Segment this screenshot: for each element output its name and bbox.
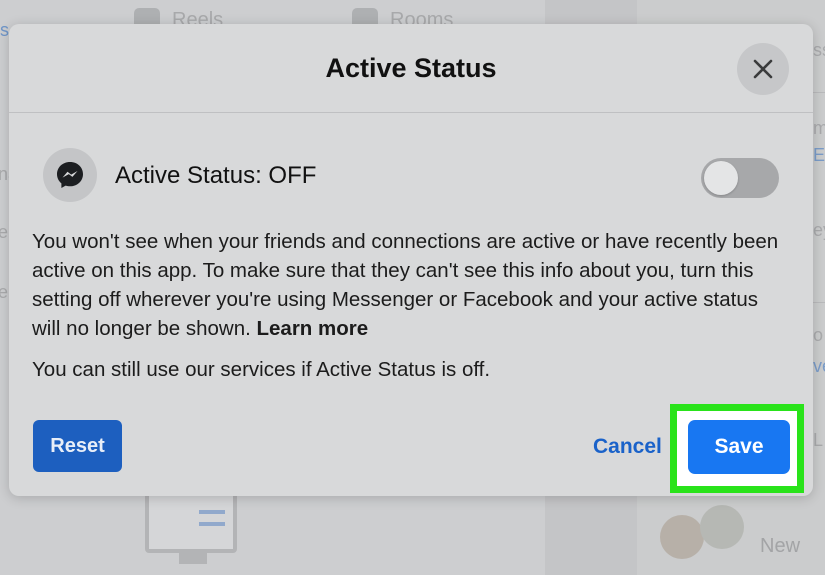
messenger-icon [57,162,83,188]
status-description: You won't see when your friends and conn… [32,230,779,340]
active-status-label: Active Status: OFF [115,162,317,189]
bg-text-fragment: e [0,222,9,242]
new-label: New [760,535,801,557]
bg-text-fragment: L [813,430,824,450]
learn-more-link[interactable]: Learn more [257,317,369,340]
close-button[interactable] [737,43,789,95]
save-button[interactable]: Save [688,420,790,474]
close-icon [753,59,773,79]
bg-link-fragment: ve [813,356,825,376]
cancel-button[interactable]: Cancel [593,435,662,459]
bg-link-fragment: Ev [813,145,825,165]
active-status-row: Active Status: OFF [43,148,783,204]
dialog-title: Active Status [325,53,497,83]
messenger-badge [43,148,97,202]
avatar [660,515,704,559]
bg-text-fragment: ey [813,220,825,240]
active-status-toggle[interactable] [701,158,779,198]
dialog-header: Active Status [9,24,813,113]
bg-text-fragment: ss [813,40,825,60]
monitor-illustration [145,488,237,564]
bg-text-fragment: o [813,325,824,345]
plant-illustration [700,505,744,549]
status-note: You can still use our services if Active… [32,358,491,381]
reset-button[interactable]: Reset [33,420,122,472]
left-edge-fragment: s [0,20,9,40]
toggle-knob [704,161,738,195]
bg-text-fragment: m [813,118,825,138]
